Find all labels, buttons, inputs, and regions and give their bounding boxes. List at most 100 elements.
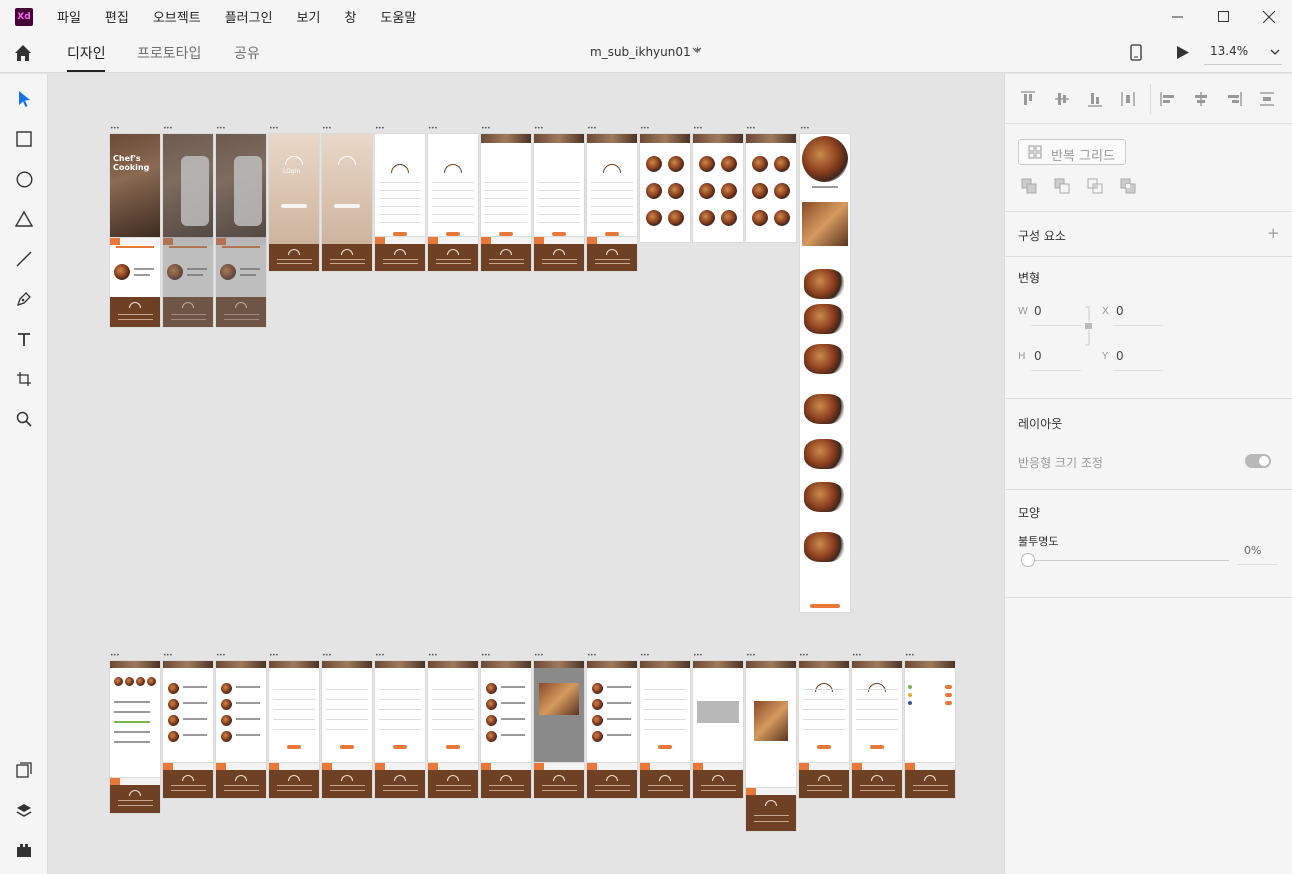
align-bottom-icon[interactable] [1087,91,1103,107]
boolean-exclude-icon[interactable] [1120,178,1136,194]
tabbar-active [375,763,385,770]
footer-logo [447,775,459,781]
artboard-label: ••• [481,652,491,659]
artboard-tabbar [746,787,796,795]
play-icon[interactable] [1176,45,1190,60]
width-field[interactable]: 0 [1034,304,1042,318]
menu-plugins[interactable]: 플러그인 [225,7,273,26]
y-field[interactable]: 0 [1116,349,1124,363]
login-bg [322,134,372,244]
menu-window[interactable]: 창 [344,7,356,26]
menu-help[interactable]: 도움말 [380,7,416,26]
menu-file[interactable]: 파일 [57,7,81,26]
artboard-tabbar [375,762,425,770]
form-row [379,198,421,199]
rectangle-tool[interactable] [14,129,34,149]
align-middle-icon[interactable] [1054,91,1070,107]
artboard [693,134,743,242]
food-photo [804,439,844,469]
add-component-icon[interactable]: + [1267,224,1280,242]
menu-object[interactable]: 오브젝트 [153,7,201,26]
text-icon [18,333,30,346]
food-photo [592,683,603,694]
design-canvas[interactable]: ••• Chef's Cooking ••• ••• ••• LOgin ••• ••• •••… [48,74,1004,874]
artboard-footer [799,770,849,798]
artboard-footer [375,770,425,798]
food-photo [168,683,179,694]
responsive-resize-toggle[interactable] [1245,454,1271,468]
artboard-footer [481,244,531,271]
mobile-preview-icon[interactable] [1130,44,1142,61]
zoom-dropdown[interactable]: 13.4% [1204,41,1282,65]
repeat-grid-button[interactable]: 반복 그리드 [1018,139,1126,165]
opacity-slider-knob[interactable] [1021,553,1035,567]
artboard-footer [905,770,955,798]
artboard-tabbar [269,762,319,770]
form-row [432,699,474,700]
boolean-add-icon[interactable] [1021,178,1037,194]
artboard [746,134,796,242]
minimize-button[interactable] [1154,0,1200,33]
maximize-button[interactable] [1200,0,1246,33]
header-image [587,134,637,143]
form-row [591,198,633,199]
food-photo [592,699,603,710]
header-image [481,134,531,143]
tab-share[interactable]: 공유 [234,43,260,63]
height-field-underline [1031,370,1081,371]
repeat-grid-icon [1028,145,1042,159]
distribute-horizontal-icon[interactable] [1120,91,1136,107]
assets-button[interactable] [14,760,34,780]
footer-text-line [329,263,365,265]
food-photo [147,677,156,686]
height-field[interactable]: 0 [1034,349,1042,363]
footer-logo [182,775,194,781]
ellipse-tool[interactable] [14,169,34,189]
document-title[interactable]: m_sub_ikhyun01 * [590,45,700,59]
footer-text-line [170,790,206,792]
artboard-tool[interactable] [14,369,34,389]
layout-section-title: 레이아웃 [1018,417,1063,431]
artboard-footer [746,795,796,831]
align-left-icon[interactable] [1160,91,1176,107]
footer-text-line [329,790,365,792]
tab-design[interactable]: 디자인 [67,43,106,63]
footer-text-line [382,263,418,265]
align-center-icon[interactable] [1193,91,1209,107]
pen-tool[interactable] [14,289,34,309]
artboard [163,134,213,327]
header-image [640,134,690,143]
food-photo [804,532,844,562]
food-photo [804,482,844,512]
tabbar-active [322,763,332,770]
form-row [485,182,527,183]
opacity-value[interactable]: 0% [1244,544,1261,557]
status-dot [908,693,912,697]
lock-aspect-icon[interactable] [1083,306,1093,346]
line-tool[interactable] [14,249,34,269]
footer-text-line [329,258,365,260]
plugins-button[interactable] [14,840,34,860]
layers-button[interactable] [14,800,34,820]
tab-prototype[interactable]: 프로토타입 [137,43,201,63]
boolean-intersect-icon[interactable] [1087,178,1103,194]
align-right-icon[interactable] [1226,91,1242,107]
chevron-down-icon[interactable] [692,45,702,55]
x-field[interactable]: 0 [1116,304,1124,318]
menu-view[interactable]: 보기 [297,7,321,26]
home-button[interactable] [12,42,34,64]
menu-edit[interactable]: 편집 [105,7,129,26]
close-button[interactable] [1246,0,1292,33]
align-top-icon[interactable] [1020,91,1036,107]
text-tool[interactable] [14,329,34,349]
footer-text-line [806,790,842,792]
form-row [273,699,315,700]
food-photo [668,210,684,226]
artboard [216,661,266,798]
distribute-vertical-icon[interactable] [1259,91,1275,107]
polygon-tool[interactable] [14,209,34,229]
select-tool[interactable] [14,89,34,109]
boolean-subtract-icon[interactable] [1054,178,1070,194]
zoom-tool[interactable] [14,409,34,429]
opacity-slider-track[interactable] [1035,560,1229,561]
